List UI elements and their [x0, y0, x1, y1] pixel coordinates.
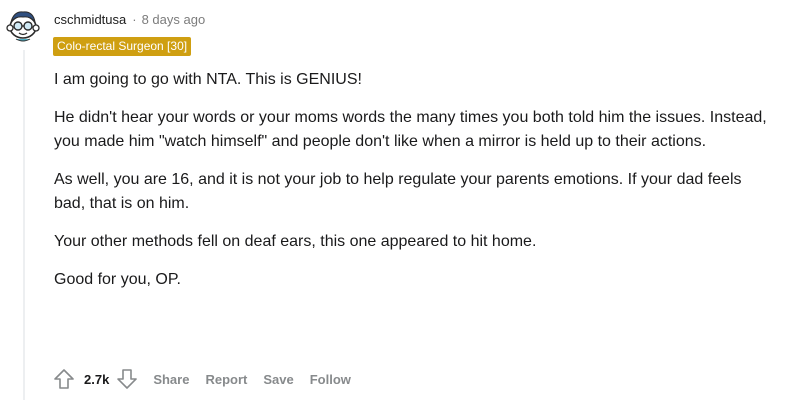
comment-meta: cschmidtusa · 8 days ago — [54, 12, 205, 27]
vote-score: 2.7k — [84, 371, 110, 387]
meta-separator: · — [132, 12, 137, 27]
thread-line[interactable] — [23, 50, 25, 400]
comment-body: I am going to go with NTA. This is GENIU… — [54, 68, 769, 306]
comment-paragraph: Your other methods fell on deaf ears, th… — [54, 233, 537, 250]
username[interactable]: cschmidtusa — [54, 12, 126, 27]
upvote-icon[interactable] — [52, 367, 76, 391]
save-button[interactable]: Save — [263, 372, 293, 387]
snoo-avatar-icon[interactable] — [4, 6, 42, 44]
downvote-icon[interactable] — [115, 367, 139, 391]
user-flair: Colo-rectal Surgeon [30] — [53, 37, 192, 56]
comment-actions: 2.7k Share Report Save Follow — [52, 365, 351, 393]
comment-paragraph: Good for you, OP. — [54, 271, 181, 288]
comment-paragraph: As well, you are 16, and it is not your … — [54, 171, 742, 212]
follow-button[interactable]: Follow — [310, 372, 351, 387]
timestamp[interactable]: 8 days ago — [142, 12, 206, 27]
share-button[interactable]: Share — [153, 372, 189, 387]
comment: cschmidtusa · 8 days ago Colo-rectal Sur… — [0, 0, 785, 400]
report-button[interactable]: Report — [205, 372, 247, 387]
comment-paragraph: He didn't hear your words or your moms w… — [54, 109, 767, 150]
comment-paragraph: I am going to go with NTA. This is GENIU… — [54, 71, 362, 88]
